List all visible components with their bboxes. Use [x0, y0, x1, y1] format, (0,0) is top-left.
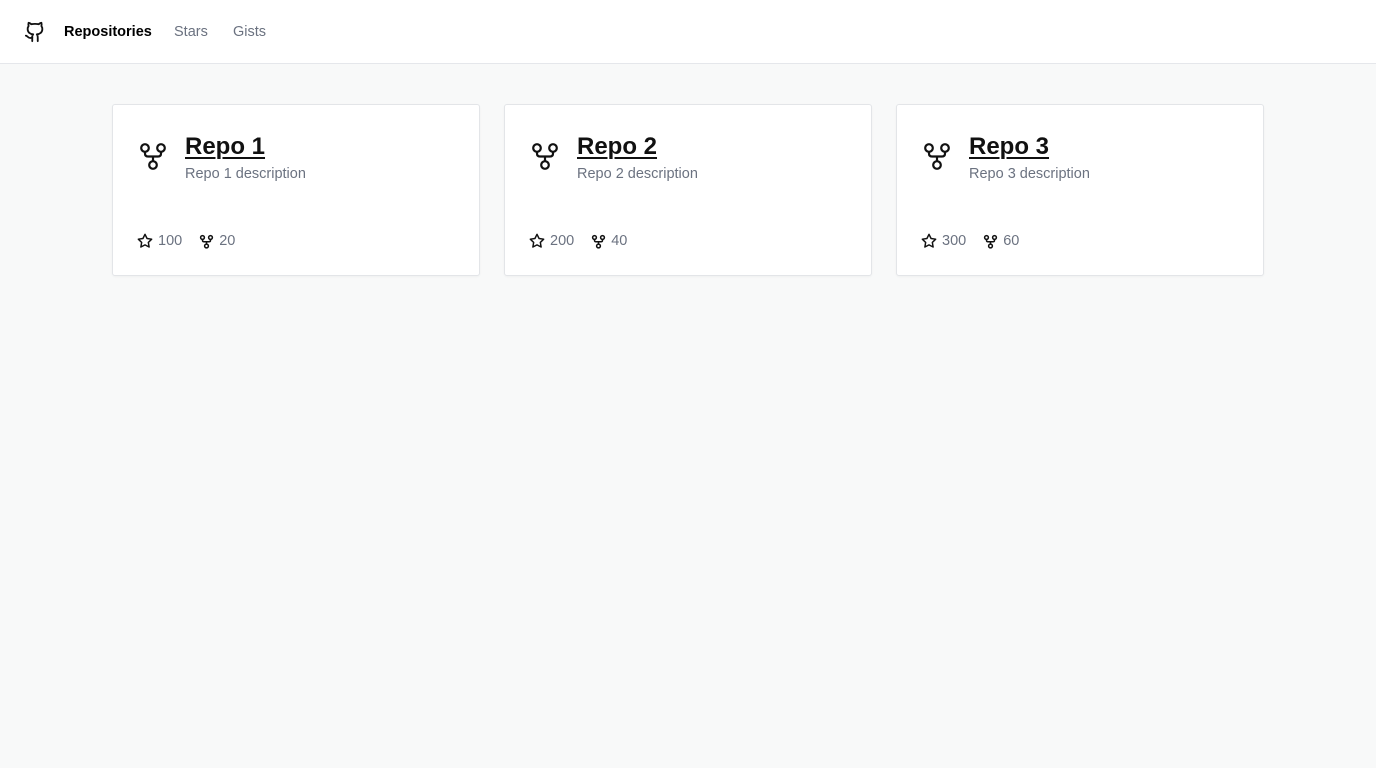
repo-stats: 300 60	[921, 232, 1036, 250]
star-count: 300	[921, 232, 966, 250]
star-count-value: 300	[942, 233, 967, 249]
nav-link-stars[interactable]: Stars	[174, 23, 208, 41]
repo-title-link[interactable]: Repo 1	[185, 132, 265, 162]
star-icon	[137, 233, 153, 248]
star-count: 200	[529, 232, 574, 250]
fork-count: 40	[591, 232, 627, 250]
nav-link-repositories[interactable]: Repositories	[64, 23, 152, 41]
git-fork-icon	[923, 141, 951, 171]
star-icon	[921, 233, 937, 248]
repo-description: Repo 1 description	[185, 166, 306, 182]
star-count: 100	[137, 232, 182, 250]
fork-count-value: 60	[1003, 233, 1020, 249]
git-fork-icon	[200, 234, 214, 249]
git-fork-icon	[139, 141, 167, 171]
git-fork-icon	[531, 141, 559, 171]
repo-card: Repo 2 Repo 2 description 200 40	[504, 104, 872, 276]
fork-count: 60	[983, 232, 1019, 250]
git-fork-icon	[592, 234, 606, 249]
fork-count-value: 20	[219, 233, 236, 249]
star-count-value: 100	[158, 233, 183, 249]
github-icon[interactable]	[24, 20, 46, 44]
repo-description: Repo 3 description	[969, 166, 1090, 182]
star-count-value: 200	[550, 233, 575, 249]
repo-card: Repo 1 Repo 1 description 100 20	[112, 104, 480, 276]
nav-link-gists[interactable]: Gists	[233, 23, 266, 41]
repo-title-link[interactable]: Repo 3	[969, 132, 1049, 162]
git-fork-icon	[984, 234, 998, 249]
repo-stats: 200 40	[529, 232, 644, 250]
fork-count: 20	[199, 232, 235, 250]
repo-description: Repo 2 description	[577, 166, 698, 182]
top-nav-bar: Repositories Stars Gists	[0, 0, 1376, 64]
star-icon	[529, 233, 545, 248]
repo-card: Repo 3 Repo 3 description 300 60	[896, 104, 1264, 276]
fork-count-value: 40	[611, 233, 628, 249]
repo-title-link[interactable]: Repo 2	[577, 132, 657, 162]
repo-stats: 100 20	[137, 232, 252, 250]
